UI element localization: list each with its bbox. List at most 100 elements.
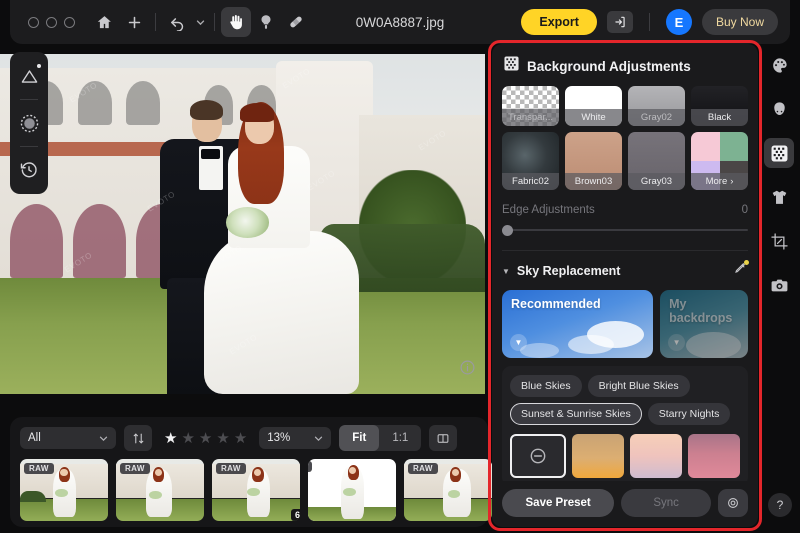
crop-icon[interactable]	[764, 226, 794, 256]
swatch-gray02[interactable]: Gray02	[628, 86, 685, 126]
export-button[interactable]: Export	[521, 9, 597, 35]
sky-thumbnail-row	[510, 434, 740, 478]
zoom-dropdown[interactable]: 13%	[259, 427, 332, 449]
raw-badge: RAW	[216, 463, 246, 474]
window-minimize-button[interactable]	[46, 16, 57, 28]
filmstrip-panel: All ★ ★ ★ ★ ★ 13% Fit 1:1 RAW RAW RAW 6 …	[10, 417, 492, 527]
background-adjustments-panel: Background Adjustments Transpar... White…	[492, 44, 758, 527]
chip-blue-skies[interactable]: Blue Skies	[510, 375, 582, 397]
toolbar-divider-2	[214, 13, 215, 31]
sky-category-cards: Recommended ▼ My backdrops ▼	[502, 290, 748, 358]
swatch-label: Gray02	[628, 109, 685, 126]
swatch-brown03[interactable]: Brown03	[565, 132, 622, 190]
swatch-black[interactable]: Black	[691, 86, 748, 126]
swatch-label: Gray03	[628, 173, 685, 190]
dodge-brush-icon[interactable]	[251, 7, 281, 37]
list-item[interactable]: RAW 6	[212, 459, 300, 521]
plus-icon[interactable]	[119, 7, 149, 37]
sky-card-recommended[interactable]: Recommended ▼	[502, 290, 654, 358]
fit-button[interactable]: Fit	[339, 425, 380, 451]
avatar[interactable]: E	[665, 9, 692, 35]
panel-body: Transpar... White Gray02 Black Fabric02 …	[492, 86, 758, 481]
star-4[interactable]: ★	[216, 431, 229, 446]
star-3[interactable]: ★	[199, 431, 212, 446]
list-item[interactable]: RAW	[116, 459, 204, 521]
home-icon[interactable]	[89, 7, 119, 37]
checker-grid-icon[interactable]	[764, 138, 794, 168]
share-export-icon[interactable]	[606, 11, 633, 33]
tshirt-icon[interactable]	[764, 182, 794, 212]
list-item[interactable]: RAW	[404, 459, 492, 521]
filter-dropdown[interactable]: All	[20, 427, 116, 449]
eyedropper-icon[interactable]	[733, 260, 749, 281]
sky-thumb-1[interactable]	[572, 434, 624, 478]
sky-thumb-none[interactable]	[510, 434, 566, 478]
swatch-gray03[interactable]: Gray03	[628, 132, 685, 190]
swatch-more[interactable]: More ›	[691, 132, 748, 190]
edge-adjustments-value: 0	[741, 204, 748, 216]
help-button[interactable]: ?	[768, 493, 792, 517]
swatch-transparent[interactable]: Transpar...	[502, 86, 559, 126]
chip-starry-nights[interactable]: Starry Nights	[647, 403, 731, 425]
save-preset-button[interactable]: Save Preset	[502, 489, 615, 517]
raw-badge: RAW	[120, 463, 150, 474]
window-maximize-button[interactable]	[64, 16, 75, 28]
left-tool-rail	[10, 52, 48, 194]
chip-sunset-sunrise-skies[interactable]: Sunset & Sunrise Skies	[510, 403, 642, 425]
edge-adjustments-slider[interactable]	[502, 224, 748, 236]
chevron-right-icon: ›	[730, 176, 734, 187]
sync-button[interactable]: Sync	[621, 489, 711, 517]
gear-icon[interactable]	[718, 489, 748, 517]
chip-bright-blue-skies[interactable]: Bright Blue Skies	[587, 375, 690, 397]
info-icon[interactable]	[458, 358, 476, 376]
list-item[interactable]: RAW	[20, 459, 108, 521]
chevron-down-icon[interactable]: ▼	[510, 334, 527, 351]
no-sky-icon	[530, 448, 546, 464]
chevron-down-icon[interactable]	[192, 7, 208, 37]
sky-presets-box: Blue Skies Bright Blue Skies Sunset & Su…	[502, 366, 748, 481]
slider-handle[interactable]	[502, 225, 513, 236]
raw-badge: RAW	[408, 463, 438, 474]
dotted-circle-icon[interactable]	[13, 107, 45, 139]
caret-down-icon[interactable]: ▼	[502, 267, 510, 276]
swatch-label: Transpar...	[502, 109, 559, 126]
star-5[interactable]: ★	[234, 431, 247, 446]
app-root: 0W0A8887.jpg Export E Buy Now EVOTO EVOT…	[0, 0, 800, 533]
swatch-label: Brown03	[565, 173, 622, 190]
panel-header: Background Adjustments	[492, 44, 758, 86]
compare-view-icon[interactable]	[429, 425, 458, 451]
fit-zoom-toggle[interactable]: Fit 1:1	[339, 425, 422, 451]
rating-stars[interactable]: ★ ★ ★ ★ ★	[160, 431, 251, 446]
sky-thumb-3[interactable]	[688, 434, 740, 478]
star-1[interactable]: ★	[164, 431, 177, 446]
chevron-down-icon[interactable]: ▼	[668, 334, 686, 351]
list-item[interactable]: RAW	[308, 459, 396, 521]
sky-card-label: Recommended	[511, 297, 601, 311]
sky-card-label: My backdrops	[669, 297, 733, 326]
window-close-button[interactable]	[28, 16, 39, 28]
sky-card-my-backdrops[interactable]: My backdrops ▼	[660, 290, 748, 358]
zoom-value: 13%	[267, 432, 291, 444]
thumbnail-strip: RAW RAW RAW 6 RAW	[20, 459, 492, 521]
sort-icon[interactable]	[124, 425, 152, 451]
undo-icon[interactable]	[162, 7, 192, 37]
swatch-label: White	[565, 109, 622, 126]
window-controls[interactable]	[28, 16, 75, 28]
sky-thumb-2[interactable]	[630, 434, 682, 478]
palette-icon[interactable]	[764, 50, 794, 80]
star-2[interactable]: ★	[181, 431, 194, 446]
mountain-icon[interactable]	[13, 60, 45, 92]
sky-replacement-header[interactable]: ▼ Sky Replacement	[502, 260, 749, 281]
history-clock-icon[interactable]	[13, 154, 45, 186]
main-photo[interactable]: EVOTO EVOTO EVOTO EVOTO EVOTO EVOTO EVOT…	[0, 54, 485, 394]
buy-now-button[interactable]: Buy Now	[701, 9, 778, 35]
camera-icon[interactable]	[764, 270, 794, 300]
face-icon[interactable]	[764, 94, 794, 124]
swatch-fabric02[interactable]: Fabric02	[502, 132, 559, 190]
toolbar-divider	[155, 13, 156, 31]
hand-tool-icon[interactable]	[221, 7, 251, 37]
swatch-white[interactable]: White	[565, 86, 622, 126]
edge-adjustments-row: Edge Adjustments 0	[502, 204, 748, 216]
one-to-one-button[interactable]: 1:1	[379, 425, 421, 451]
healing-bandage-icon[interactable]	[281, 7, 311, 37]
